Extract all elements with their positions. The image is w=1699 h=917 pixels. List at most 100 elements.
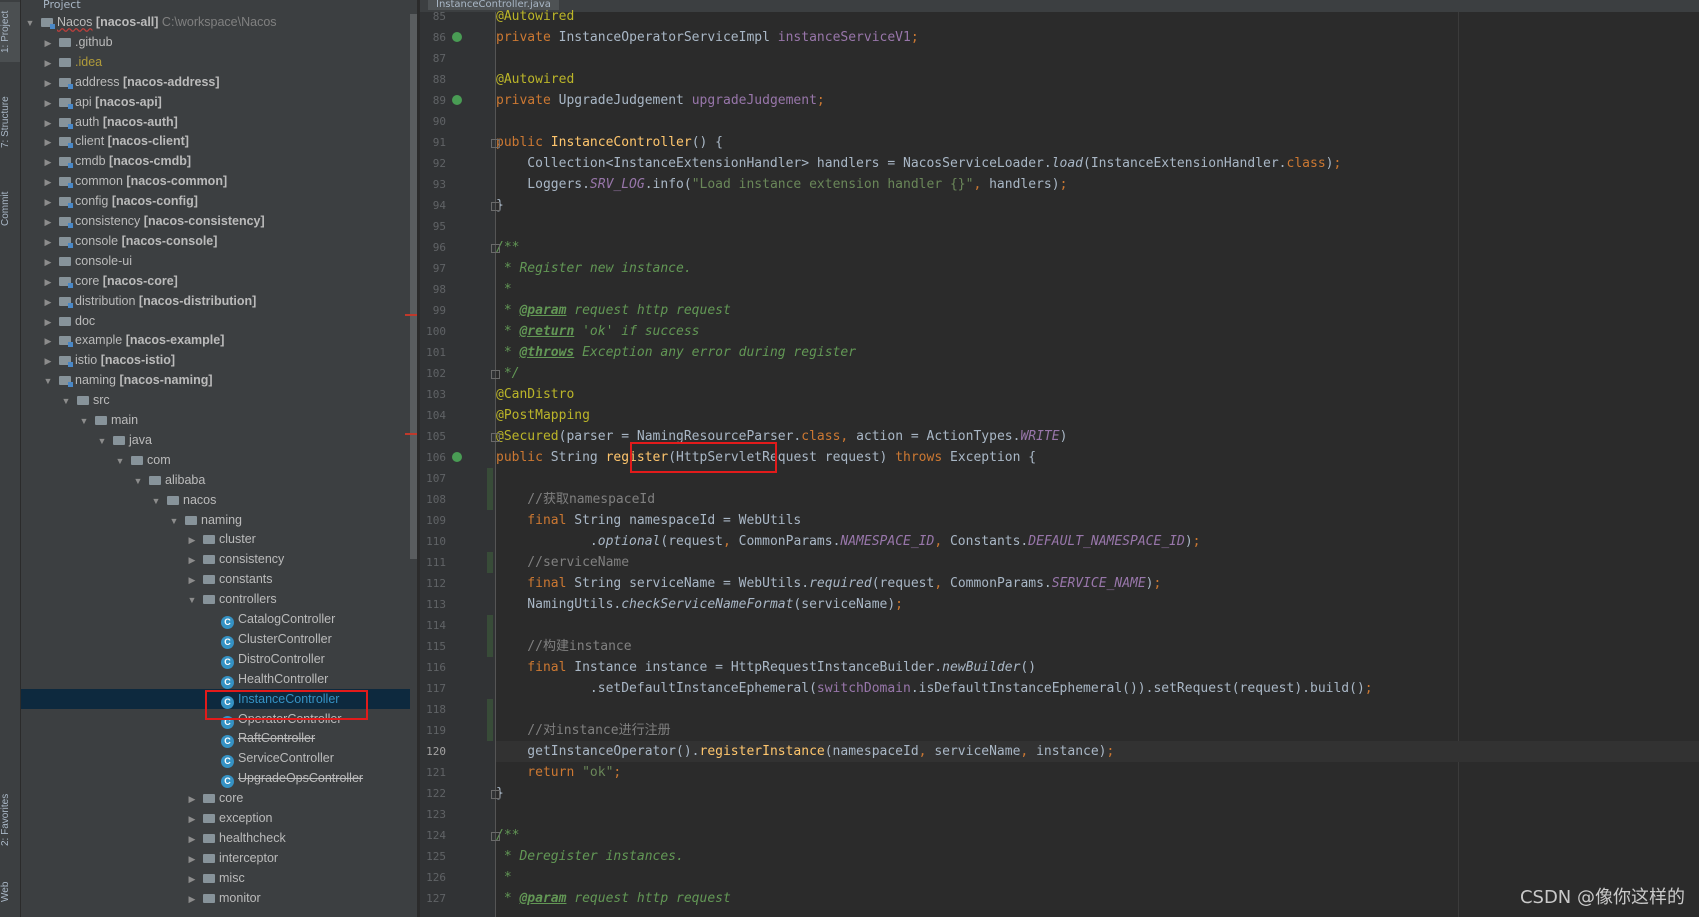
- tree-node[interactable]: ▶ istio [nacos-istio]: [21, 350, 415, 370]
- tree-node[interactable]: C HealthController: [21, 669, 415, 689]
- collapse-arrow-icon[interactable]: ▶: [187, 809, 197, 829]
- collapse-arrow-icon[interactable]: ▶: [43, 331, 53, 351]
- expand-arrow-icon[interactable]: ▼: [151, 491, 161, 511]
- code-line[interactable]: [496, 216, 1699, 237]
- tree-node[interactable]: ▼ controllers: [21, 589, 415, 609]
- code-line[interactable]: /**: [496, 825, 1699, 846]
- code-line[interactable]: final Instance instance = HttpRequestIns…: [496, 657, 1699, 678]
- expand-arrow-icon[interactable]: ▼: [79, 411, 89, 431]
- expand-arrow-icon[interactable]: ▼: [115, 451, 125, 471]
- tree-node[interactable]: ▼ src: [21, 390, 415, 410]
- code-line[interactable]: *: [496, 867, 1699, 888]
- expand-arrow-icon[interactable]: ▼: [25, 13, 35, 33]
- tree-node[interactable]: ▼ main: [21, 410, 415, 430]
- web-tool-tab[interactable]: Web: [0, 872, 20, 912]
- tree-node[interactable]: ▶ client [nacos-client]: [21, 131, 415, 151]
- tree-node[interactable]: ▶ .github: [21, 32, 415, 52]
- collapse-arrow-icon[interactable]: ▶: [43, 33, 53, 53]
- tree-node[interactable]: ▶ distribution [nacos-distribution]: [21, 291, 415, 311]
- code-line[interactable]: }: [496, 783, 1699, 804]
- code-line[interactable]: * @param request http request: [496, 888, 1699, 909]
- fold-marker-icon[interactable]: [491, 244, 500, 253]
- code-line[interactable]: //构建instance: [496, 636, 1699, 657]
- tree-node[interactable]: ▼ Nacos [nacos-all] C:\workspace\Nacos: [21, 12, 415, 32]
- collapse-arrow-icon[interactable]: ▶: [43, 132, 53, 152]
- tree-node[interactable]: ▶ consistency: [21, 549, 415, 569]
- collapse-arrow-icon[interactable]: ▶: [43, 212, 53, 232]
- collapse-arrow-icon[interactable]: ▶: [43, 272, 53, 292]
- bean-gutter-icon[interactable]: [452, 32, 462, 42]
- tree-node[interactable]: ▶ .idea: [21, 52, 415, 72]
- tree-node[interactable]: ▶ console-ui: [21, 251, 415, 271]
- code-line[interactable]: final String namespaceId = WebUtils: [496, 510, 1699, 531]
- vcs-change-marker[interactable]: [487, 720, 493, 741]
- tree-node[interactable]: ▶ config [nacos-config]: [21, 191, 415, 211]
- expand-arrow-icon[interactable]: ▼: [97, 431, 107, 451]
- code-line[interactable]: @Autowired: [496, 69, 1699, 90]
- fold-marker-icon[interactable]: [491, 433, 500, 442]
- collapse-arrow-icon[interactable]: ▶: [187, 789, 197, 809]
- tree-node[interactable]: ▶ cmdb [nacos-cmdb]: [21, 151, 415, 171]
- tree-node[interactable]: ▶ healthcheck: [21, 828, 415, 848]
- expand-arrow-icon[interactable]: ▼: [133, 471, 143, 491]
- code-line[interactable]: [496, 699, 1699, 720]
- tree-node[interactable]: ▶ cluster: [21, 529, 415, 549]
- tree-node[interactable]: ▼ naming [nacos-naming]: [21, 370, 415, 390]
- tree-node[interactable]: C RaftController: [21, 728, 415, 749]
- code-line[interactable]: .optional(request, CommonParams.NAMESPAC…: [496, 531, 1699, 552]
- fold-marker-icon[interactable]: [491, 790, 500, 799]
- expand-arrow-icon[interactable]: ▼: [61, 391, 71, 411]
- vcs-change-marker[interactable]: [487, 615, 493, 636]
- tree-node[interactable]: ▶ constants: [21, 569, 415, 589]
- collapse-arrow-icon[interactable]: ▶: [187, 869, 197, 889]
- tree-node[interactable]: C CatalogController: [21, 609, 415, 629]
- project-scrollbar-thumb[interactable]: [410, 14, 417, 559]
- tree-node[interactable]: ▶ api [nacos-api]: [21, 92, 415, 112]
- code-line[interactable]: getInstanceOperator().registerInstance(n…: [496, 741, 1699, 762]
- tree-node[interactable]: ▼ alibaba: [21, 470, 415, 490]
- collapse-arrow-icon[interactable]: ▶: [43, 73, 53, 93]
- tree-node[interactable]: ▶ auth [nacos-auth]: [21, 112, 415, 132]
- code-line[interactable]: @CanDistro: [496, 384, 1699, 405]
- code-line[interactable]: [496, 48, 1699, 69]
- collapse-arrow-icon[interactable]: ▶: [43, 351, 53, 371]
- bean-gutter-icon[interactable]: [452, 452, 462, 462]
- project-panel-title[interactable]: Project: [21, 0, 81, 10]
- fold-marker-icon[interactable]: [491, 139, 500, 148]
- collapse-arrow-icon[interactable]: ▶: [43, 172, 53, 192]
- code-line[interactable]: //对instance进行注册: [496, 720, 1699, 741]
- vcs-change-marker[interactable]: [487, 699, 493, 720]
- vcs-change-marker[interactable]: [487, 468, 493, 489]
- tree-node[interactable]: ▶ doc: [21, 311, 415, 331]
- tree-node[interactable]: ▶ console [nacos-console]: [21, 231, 415, 251]
- expand-arrow-icon[interactable]: ▼: [169, 511, 179, 531]
- tree-node[interactable]: ▶ common [nacos-common]: [21, 171, 415, 191]
- tree-node[interactable]: ▼ java: [21, 430, 415, 450]
- bean-gutter-icon[interactable]: [452, 95, 462, 105]
- project-tool-tab[interactable]: 1: Project: [0, 2, 20, 62]
- collapse-arrow-icon[interactable]: ▶: [43, 312, 53, 332]
- tree-node[interactable]: ▼ nacos: [21, 490, 415, 510]
- code-line[interactable]: * Deregister instances.: [496, 846, 1699, 867]
- collapse-arrow-icon[interactable]: ▶: [43, 113, 53, 133]
- code-line[interactable]: [496, 804, 1699, 825]
- collapse-arrow-icon[interactable]: ▶: [43, 152, 53, 172]
- tree-node[interactable]: ▶ example [nacos-example]: [21, 330, 415, 350]
- tree-node[interactable]: C UpgradeOpsController: [21, 768, 415, 789]
- structure-tool-tab[interactable]: 7: Structure: [0, 82, 20, 162]
- fold-marker-icon[interactable]: [491, 202, 500, 211]
- collapse-arrow-icon[interactable]: ▶: [43, 292, 53, 312]
- code-line[interactable]: [496, 615, 1699, 636]
- tree-node[interactable]: ▶ monitor: [21, 888, 415, 908]
- tree-node[interactable]: C ClusterController: [21, 629, 415, 649]
- tree-node[interactable]: C DistroController: [21, 649, 415, 669]
- code-line[interactable]: private InstanceOperatorServiceImpl inst…: [496, 27, 1699, 48]
- tree-node[interactable]: ▶ address [nacos-address]: [21, 72, 415, 92]
- collapse-arrow-icon[interactable]: ▶: [43, 252, 53, 272]
- code-line[interactable]: final String serviceName = WebUtils.requ…: [496, 573, 1699, 594]
- collapse-arrow-icon[interactable]: ▶: [187, 829, 197, 849]
- code-line[interactable]: * @throws Exception any error during reg…: [496, 342, 1699, 363]
- tree-node[interactable]: ▶ core [nacos-core]: [21, 271, 415, 291]
- code-line[interactable]: *: [496, 279, 1699, 300]
- collapse-arrow-icon[interactable]: ▶: [187, 570, 197, 590]
